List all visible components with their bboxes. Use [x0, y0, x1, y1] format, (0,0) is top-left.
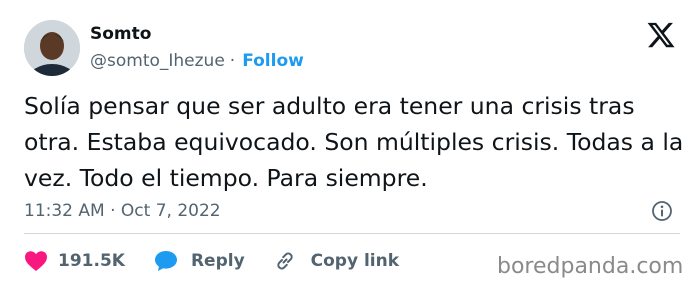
avatar-image	[24, 20, 80, 76]
link-icon	[277, 252, 293, 270]
follow-button[interactable]: Follow	[242, 51, 304, 71]
info-icon[interactable]	[650, 199, 674, 223]
reply-button[interactable]: Reply	[153, 249, 245, 273]
author-handle[interactable]: @somto_Ihezue	[90, 51, 225, 71]
copy-link-button[interactable]: Copy link	[273, 249, 399, 273]
author-name[interactable]: Somto	[90, 23, 151, 45]
like-count: 191.5K	[58, 251, 125, 271]
x-logo-icon[interactable]	[646, 20, 676, 50]
watermark: boredpanda.com	[497, 254, 684, 279]
tweet-text: Solía pensar que ser adulto era tener un…	[24, 92, 684, 192]
tweet-card: Somto @somto_Ihezue · Follow Solía pensar …	[0, 0, 700, 288]
speech-bubble-icon	[154, 251, 177, 271]
tweet-timestamp[interactable]: 11:32 AM · Oct 7, 2022	[24, 200, 221, 222]
like-button[interactable]: 191.5K	[24, 250, 125, 272]
action-bar: 191.5K Reply Copy link	[24, 246, 399, 276]
reply-label: Reply	[190, 251, 245, 271]
heart-icon	[25, 251, 47, 271]
avatar[interactable]	[24, 20, 80, 76]
separator-dot: ·	[229, 51, 236, 71]
handle-row: @somto_Ihezue · Follow	[90, 50, 304, 72]
divider	[24, 233, 680, 234]
copy-link-label: Copy link	[310, 251, 400, 271]
